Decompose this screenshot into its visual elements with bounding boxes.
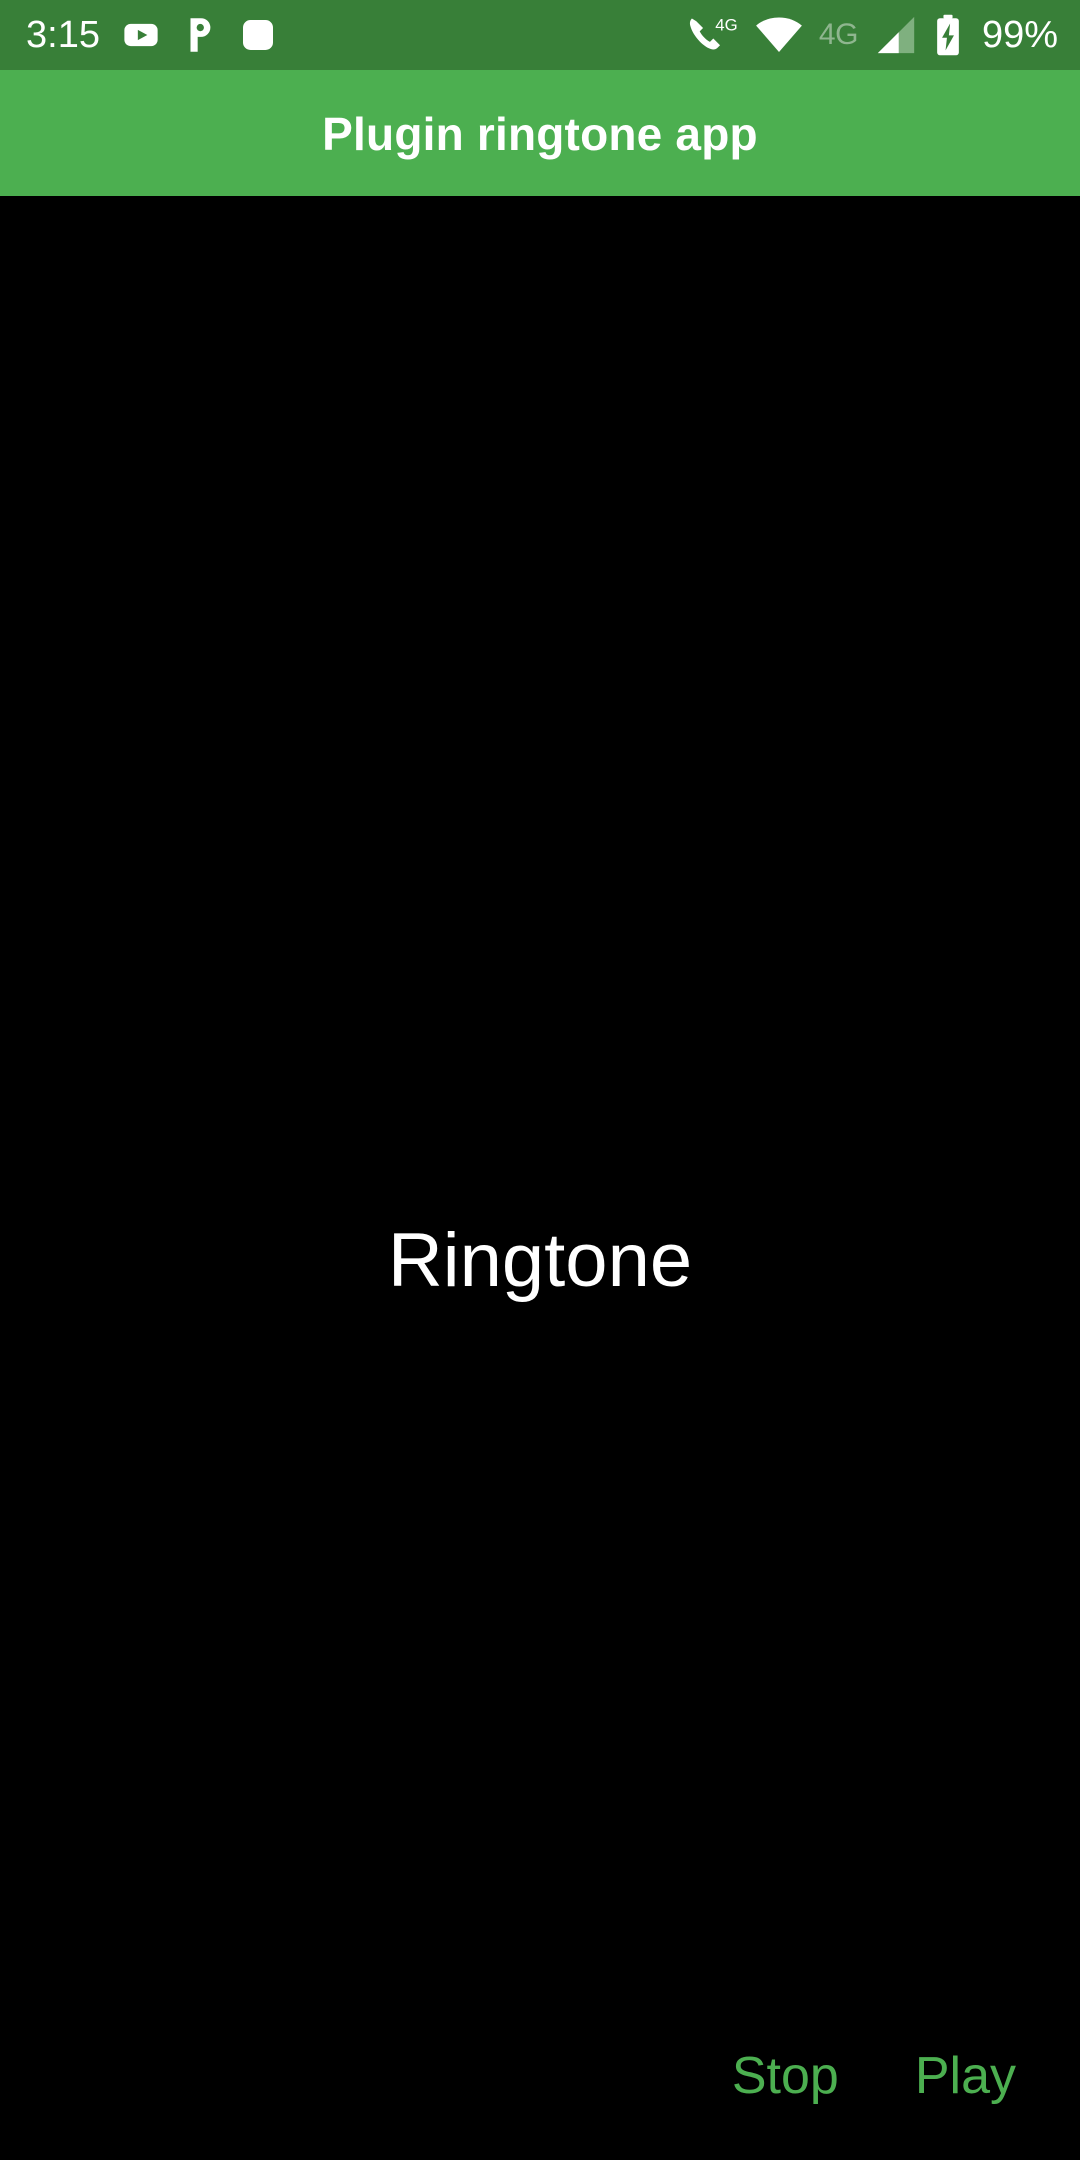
stop-button[interactable]: Stop: [712, 2036, 859, 2116]
battery-percent-label: 99%: [981, 14, 1058, 56]
generic-app-icon: [240, 17, 276, 53]
action-bar: Stop Play: [0, 1992, 1080, 2160]
main-content: Ringtone Stop Play: [0, 196, 1080, 2160]
network-type-label: 4G: [818, 18, 859, 51]
app-screen: 3:15 4G 4G 99% Plugin ringtone app Ringt…: [0, 0, 1080, 2160]
play-button[interactable]: Play: [895, 2036, 1036, 2116]
ringtone-label: Ringtone: [387, 1218, 693, 1303]
svg-text:4G: 4G: [715, 16, 737, 35]
status-bar-left-group: 3:15: [26, 16, 276, 54]
status-bar-right-group: 4G 4G 99%: [687, 14, 1058, 56]
battery-charging-icon: [934, 14, 962, 56]
app-bar-title: Plugin ringtone app: [322, 108, 758, 160]
app-bar: Plugin ringtone app: [0, 70, 1080, 196]
pandora-icon: [182, 16, 218, 54]
status-bar-clock: 3:15: [26, 14, 100, 56]
status-bar: 3:15 4G 4G 99%: [0, 0, 1080, 70]
phone-volte-4g-icon: 4G: [687, 15, 739, 55]
youtube-icon: [122, 16, 160, 54]
cellular-signal-icon: [874, 15, 918, 55]
wifi-icon: [755, 16, 803, 54]
